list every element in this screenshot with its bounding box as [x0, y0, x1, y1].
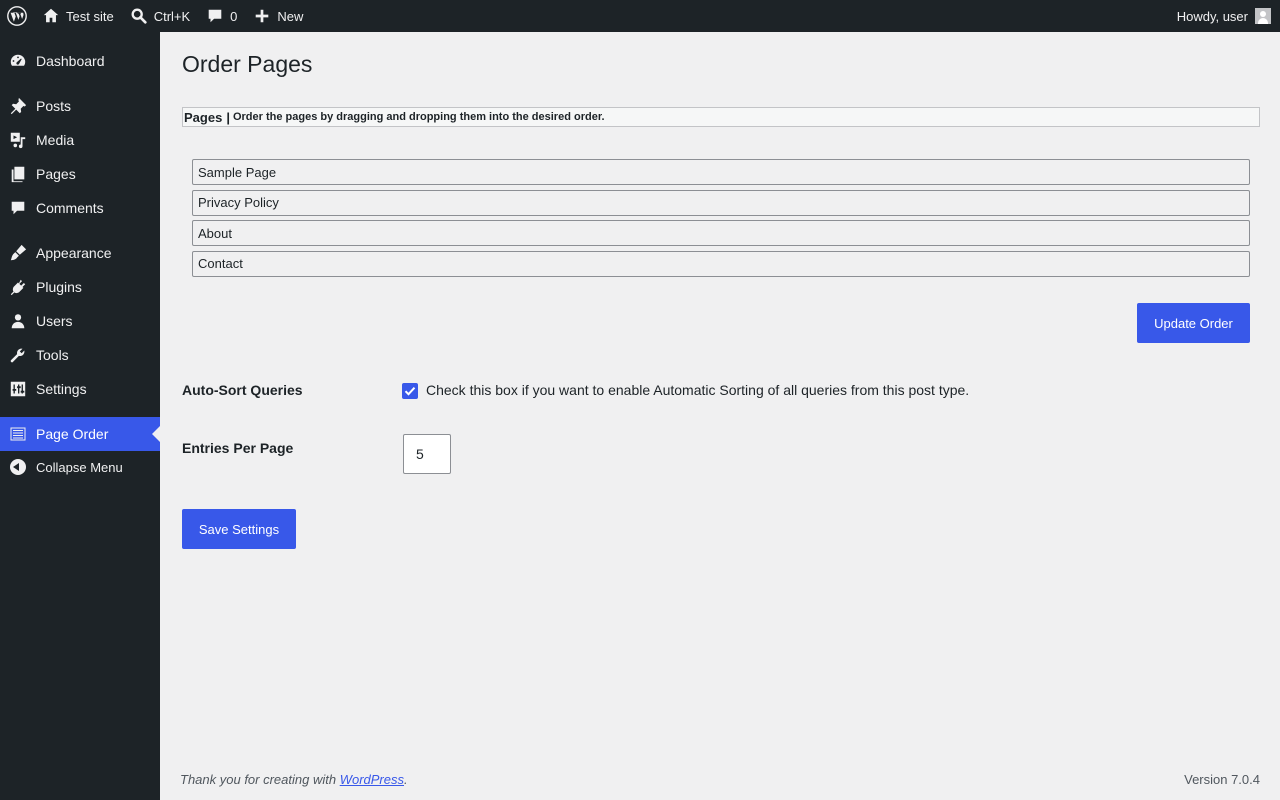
wordpress-link[interactable]: WordPress — [340, 772, 404, 787]
pin-icon — [0, 97, 36, 115]
collapse-menu-button[interactable]: Collapse Menu — [0, 450, 160, 484]
entries-per-page-label: Entries Per Page — [182, 440, 294, 456]
autosort-description: Check this box if you want to enable Aut… — [426, 382, 970, 398]
search-shortcut[interactable]: Ctrl+K — [122, 0, 198, 32]
sidebar-item-label: Tools — [36, 347, 69, 363]
main-content: Order Pages Pages | Order the pages by d… — [160, 32, 1280, 800]
list-header-description: Order the pages by dragging and dropping… — [232, 111, 605, 123]
sidebar-item-label: Collapse Menu — [36, 459, 123, 475]
entries-per-page-input[interactable]: 5 — [403, 434, 451, 474]
admin-menu: Dashboard Posts Media Pages Comments App… — [0, 32, 160, 800]
dashboard-icon — [0, 52, 36, 70]
avatar — [1255, 8, 1271, 24]
sidebar-item-comments[interactable]: Comments — [0, 191, 160, 225]
save-settings-button[interactable]: Save Settings — [182, 509, 296, 549]
collapse-icon-wrap — [0, 459, 36, 475]
wordpress-logo-icon[interactable] — [0, 0, 34, 32]
sidebar-item-page-order[interactable]: Page Order — [0, 417, 160, 451]
footer-text-end: . — [404, 772, 408, 787]
sidebar-item-label: Appearance — [36, 245, 112, 261]
comment-icon — [0, 199, 36, 217]
new-content-link[interactable]: New — [245, 0, 311, 32]
sidebar-item-posts[interactable]: Posts — [0, 89, 160, 123]
sidebar-item-dashboard[interactable]: Dashboard — [0, 44, 160, 78]
sidebar-item-label: Users — [36, 313, 73, 329]
list-header: Pages | Order the pages by dragging and … — [182, 107, 1260, 127]
footer-thankyou: Thank you for creating with WordPress. — [180, 772, 408, 787]
list-header-separator: | — [226, 109, 230, 125]
site-name-link[interactable]: Test site — [34, 0, 122, 32]
autosort-checkbox[interactable] — [402, 383, 418, 399]
search-icon — [130, 7, 148, 25]
sidebar-item-settings[interactable]: Settings — [0, 372, 160, 406]
site-name: Test site — [66, 8, 114, 24]
list-item[interactable]: Contact — [192, 250, 1250, 277]
brush-icon — [0, 244, 36, 262]
user-icon — [0, 312, 36, 330]
comments-count: 0 — [230, 8, 238, 24]
media-icon — [0, 131, 36, 149]
autosort-label: Auto-Sort Queries — [182, 382, 303, 398]
search-shortcut-label: Ctrl+K — [153, 8, 191, 24]
sidebar-item-plugins[interactable]: Plugins — [0, 270, 160, 304]
list-item[interactable]: Sample Page — [192, 159, 1250, 185]
page-title: Order Pages — [182, 51, 313, 77]
footer-text: Thank you for creating with — [180, 772, 340, 787]
footer-version: Version 7.0.4 — [1184, 772, 1260, 787]
checkmark-icon — [404, 387, 416, 396]
sidebar-item-appearance[interactable]: Appearance — [0, 236, 160, 270]
list-icon — [0, 427, 36, 441]
comments-link[interactable]: 0 — [198, 0, 245, 32]
greeting: Howdy, user — [1176, 8, 1248, 24]
sidebar-item-label: Pages — [36, 166, 76, 182]
sliders-icon — [0, 380, 36, 398]
wrench-icon — [0, 346, 36, 364]
sidebar-item-pages[interactable]: Pages — [0, 157, 160, 191]
list-item[interactable]: Privacy Policy — [192, 189, 1250, 216]
sidebar-item-media[interactable]: Media — [0, 123, 160, 157]
sidebar-item-label: Settings — [36, 381, 87, 397]
update-order-button[interactable]: Update Order — [1137, 303, 1250, 343]
my-account[interactable]: Howdy, user — [1169, 0, 1280, 32]
collapse-icon — [10, 459, 26, 475]
sidebar-item-label: Posts — [36, 98, 72, 114]
admin-bar: Test site Ctrl+K 0 New Howdy, user — [0, 0, 1280, 32]
plug-icon — [0, 278, 36, 296]
sidebar-item-users[interactable]: Users — [0, 304, 160, 338]
sidebar-item-label: Dashboard — [36, 53, 105, 69]
sidebar-item-label: Comments — [36, 200, 104, 216]
sidebar-item-tools[interactable]: Tools — [0, 338, 160, 372]
sortable-page-list: Sample Page Privacy Policy About Contact — [192, 159, 1250, 281]
comment-icon — [206, 7, 224, 25]
sidebar-item-label: Plugins — [36, 279, 82, 295]
plus-icon — [253, 7, 271, 25]
home-icon — [42, 7, 60, 25]
sidebar-item-label: Media — [36, 132, 75, 148]
pages-icon — [0, 165, 36, 183]
list-item[interactable]: About — [192, 220, 1250, 247]
list-header-title: Pages — [184, 109, 223, 125]
sidebar-item-label: Page Order — [36, 426, 109, 442]
new-label: New — [277, 8, 304, 24]
